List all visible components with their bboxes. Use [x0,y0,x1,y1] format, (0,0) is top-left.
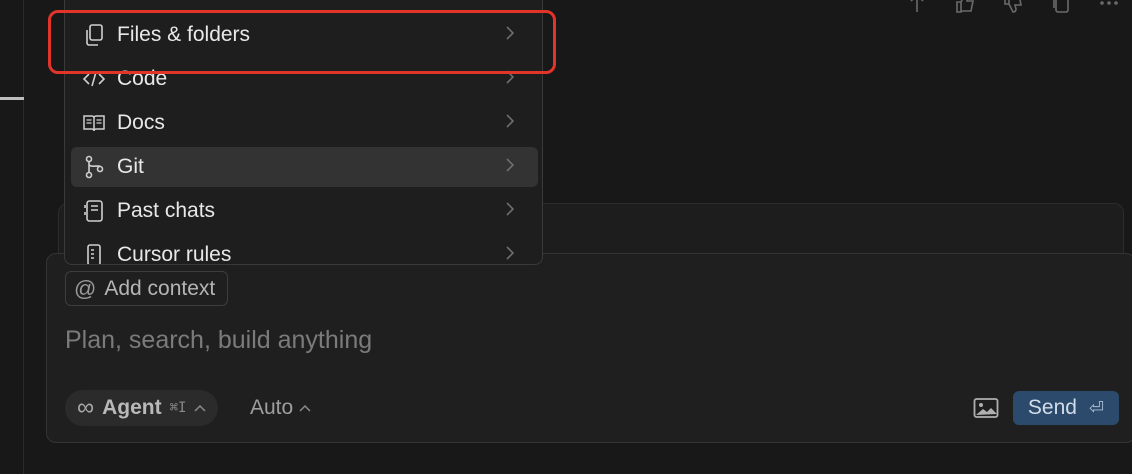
menu-item-label: Code [117,67,168,90]
image-icon [973,398,999,418]
prompt-input[interactable] [65,320,965,360]
chevron-up-icon [194,400,206,416]
menu-item-label: Git [117,155,144,178]
thumbs-up-icon[interactable] [954,0,976,14]
menu-item-code[interactable]: Code [71,59,538,99]
composer: @ Add context ∞ Agent ⌘I Auto Send ⏎ [46,253,1132,443]
copy-icon[interactable] [1050,0,1072,14]
chat-history-icon [81,198,107,224]
menu-item-files-folders[interactable]: Files & folders [71,15,538,55]
chevron-right-icon [504,244,520,264]
context-menu: Files & folders Code Docs Git Past chats… [64,0,543,265]
message-toolbar [906,0,1120,14]
arrow-up-icon[interactable] [906,0,928,14]
menu-item-git[interactable]: Git [71,147,538,187]
sidebar-indicator [0,97,24,100]
menu-item-cursor-rules[interactable]: Cursor rules [71,235,538,265]
attach-image-button[interactable] [971,393,1001,423]
thumbs-down-icon[interactable] [1002,0,1024,14]
menu-item-label: Docs [117,111,165,134]
add-context-button[interactable]: @ Add context [65,271,229,306]
chevron-right-icon [504,156,520,176]
menu-item-label: Past chats [117,199,216,222]
book-icon [81,110,107,136]
model-selector[interactable]: Auto [250,390,311,426]
send-label: Send [1027,396,1077,419]
menu-item-docs[interactable]: Docs [71,103,538,143]
left-sidebar-strip [0,0,24,474]
chevron-right-icon [504,200,520,220]
files-icon [81,22,107,48]
return-key-icon: ⏎ [1088,397,1105,418]
chevron-up-icon [299,400,311,416]
app-window: @ Add context ∞ Agent ⌘I Auto Send ⏎ [0,0,1132,474]
menu-item-past-chats[interactable]: Past chats [71,191,538,231]
agent-mode-label: Agent [102,396,162,419]
agent-mode-selector[interactable]: ∞ Agent ⌘I [65,390,219,426]
at-sign-icon: @ [74,275,97,301]
chevron-right-icon [504,112,520,132]
model-label: Auto [250,396,294,419]
code-icon [81,66,107,92]
git-branch-icon [81,154,107,180]
more-options-icon[interactable] [1098,0,1120,14]
menu-item-label: Files & folders [117,23,251,46]
chevron-right-icon [504,68,520,88]
agent-shortcut: ⌘I [169,400,187,416]
menu-item-label: Cursor rules [117,243,232,265]
chevron-right-icon [504,24,520,44]
infinity-icon: ∞ [77,394,95,421]
rules-file-icon [81,242,107,264]
add-context-label: Add context [104,276,216,300]
send-button[interactable]: Send ⏎ [1013,391,1119,425]
